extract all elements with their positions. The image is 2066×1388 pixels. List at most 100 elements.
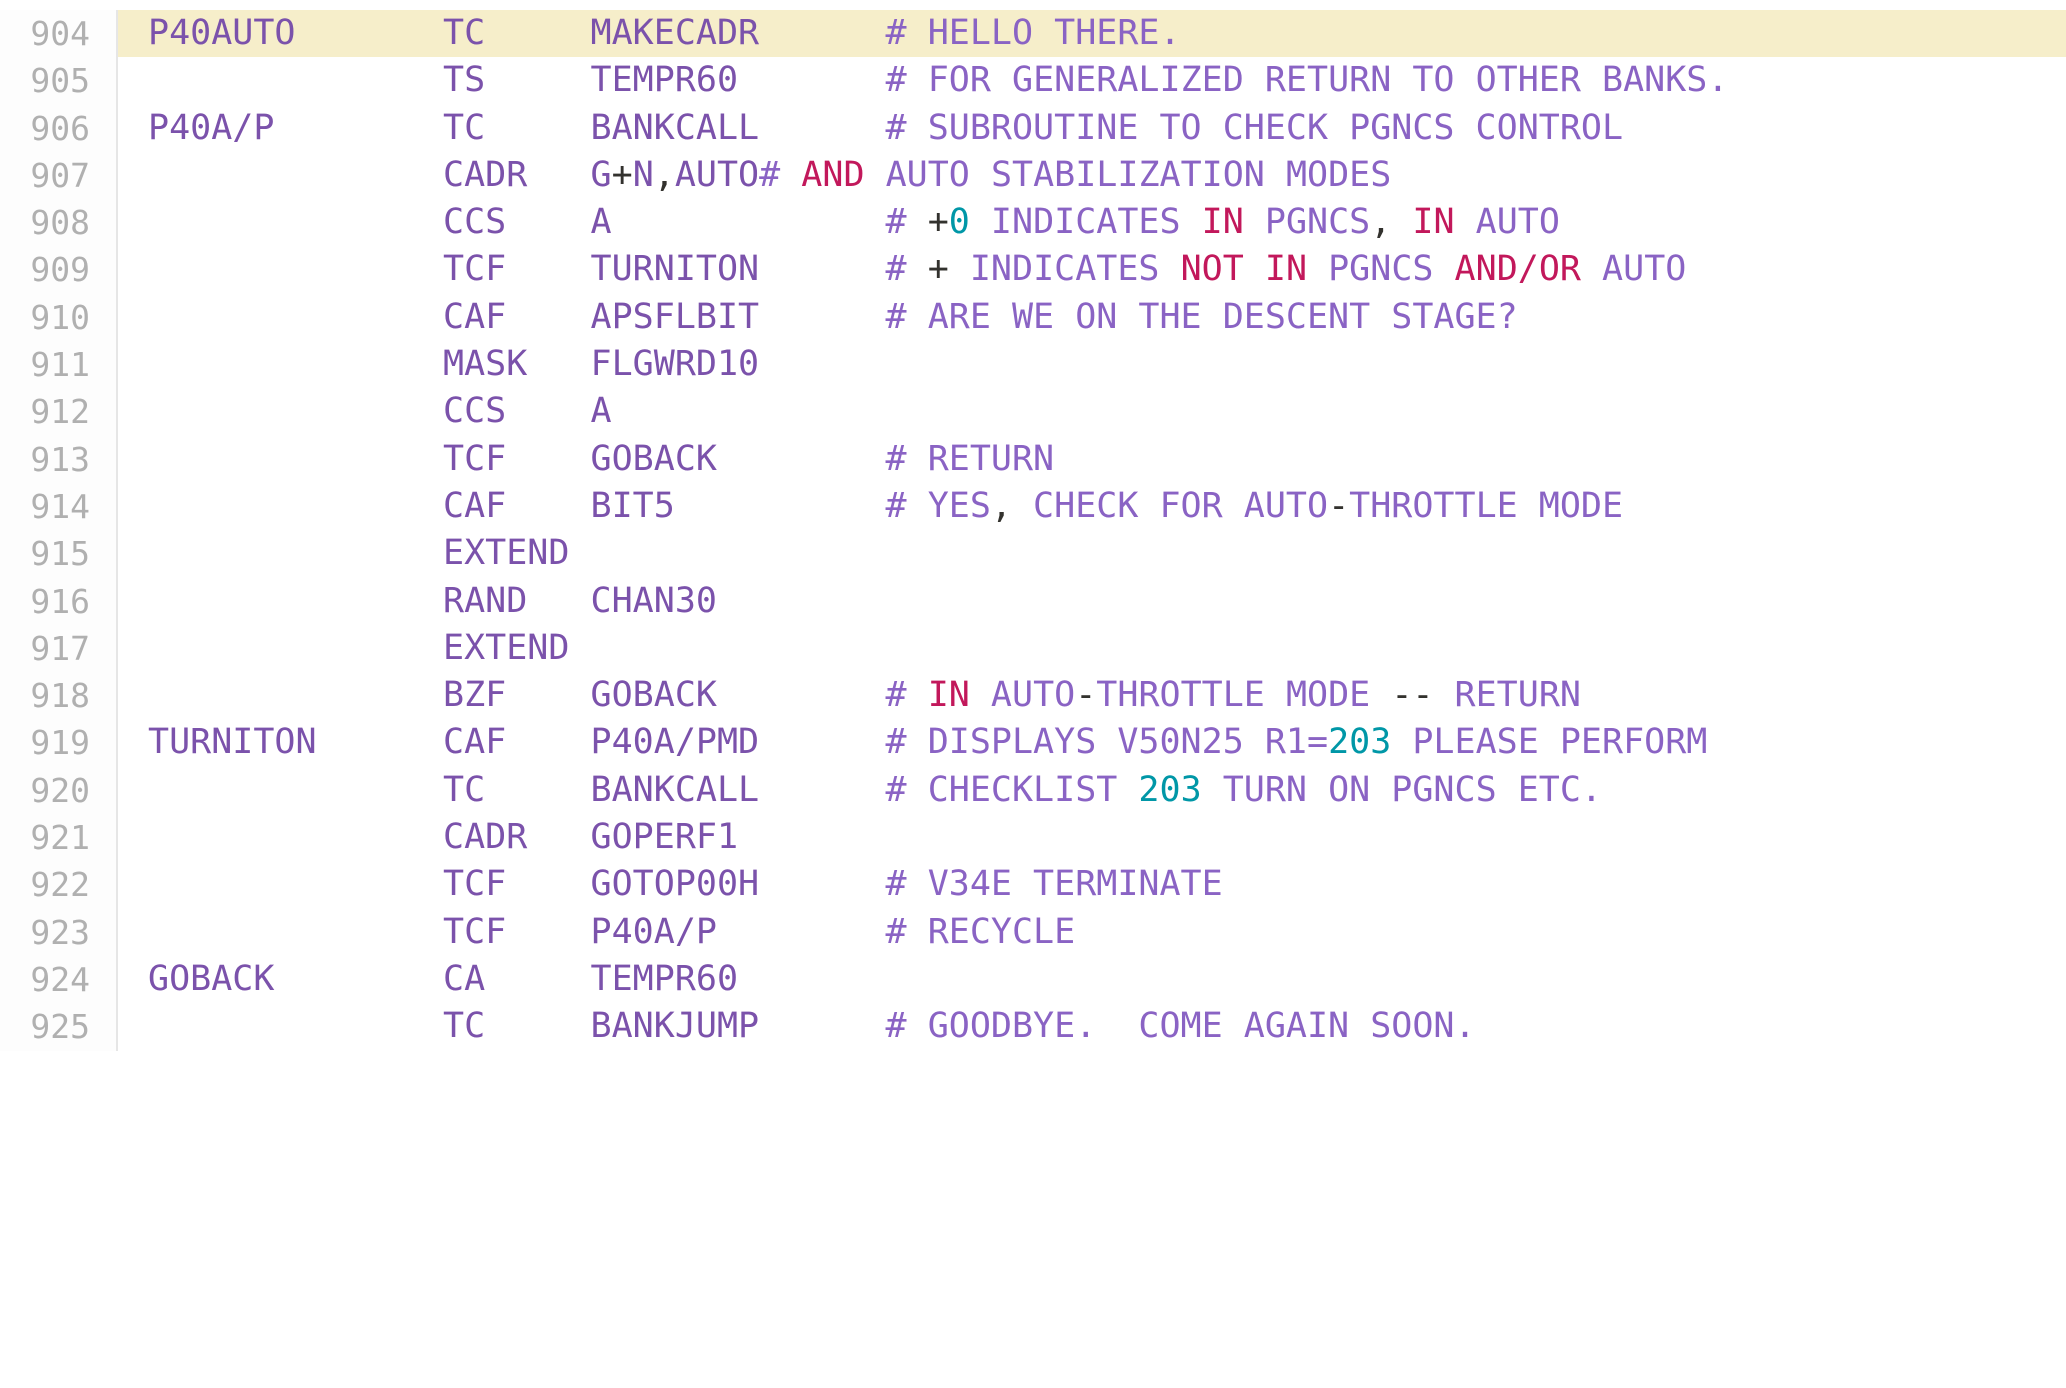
code-line[interactable]: CADR G+N,AUTO# AND AUTO STABILIZATION MO… — [118, 152, 2066, 199]
code-row[interactable]: 916 RAND CHAN30 — [0, 577, 2066, 625]
code-row[interactable]: 909 TCF TURNITON # + INDICATES NOT IN PG… — [0, 246, 2066, 294]
line-number[interactable]: 925 — [0, 1003, 118, 1051]
asm-opcode: CCS — [443, 202, 591, 243]
code-row[interactable]: 914 CAF BIT5 # YES, CHECK FOR AUTO-THROT… — [0, 482, 2066, 531]
code-line[interactable]: TURNITON CAF P40A/PMD # DISPLAYS V50N25 … — [118, 719, 2066, 766]
line-number[interactable]: 922 — [0, 861, 118, 909]
code-row[interactable]: 906 P40A/P TC BANKCALL # SUBROUTINE TO CH… — [0, 104, 2066, 152]
comment-part: AUTO — [1454, 202, 1560, 243]
line-number[interactable]: 918 — [0, 672, 118, 720]
line-number[interactable]: 919 — [0, 719, 118, 767]
asm-opcode: TC — [443, 1006, 591, 1047]
comment-part: # — [885, 675, 928, 716]
code-row[interactable]: 918 BZF GOBACK # IN AUTO-THROTTLE MODE -… — [0, 672, 2066, 720]
asm-label: P40A/P — [148, 107, 444, 148]
asm-label — [148, 864, 443, 904]
code-line[interactable]: P40A/P TC BANKCALL # SUBROUTINE TO CHECK… — [118, 105, 2066, 152]
column-gap — [675, 486, 886, 526]
code-line[interactable]: EXTEND — [118, 530, 2066, 577]
code-row[interactable]: 917 EXTEND — [0, 624, 2066, 673]
asm-operand: G+N,AUTO — [591, 155, 760, 195]
code-line[interactable]: GOBACK CA TEMPR60 — [118, 956, 2066, 1003]
asm-opcode: TCF — [443, 864, 591, 905]
line-number[interactable]: 912 — [0, 388, 118, 436]
line-number[interactable]: 904 — [0, 10, 118, 58]
line-number[interactable]: 915 — [0, 530, 118, 578]
code-row[interactable]: 907 CADR G+N,AUTO# AND AUTO STABILIZATIO… — [0, 151, 2066, 200]
asm-operand: BIT5 — [590, 485, 675, 526]
asm-comment: # DISPLAYS V50N25 R1=203 PLEASE PERFORM — [886, 722, 1708, 762]
code-line[interactable]: TCF GOBACK # RETURN — [118, 436, 2066, 483]
code-row[interactable]: 905 TS TEMPR60 # FOR GENERALIZED RETURN … — [0, 57, 2066, 105]
comment-part: IN — [927, 675, 970, 716]
line-number[interactable]: 920 — [0, 766, 118, 815]
asm-opcode: TC — [443, 769, 591, 810]
code-line[interactable]: CADR GOPERF1 — [118, 814, 2066, 861]
code-line[interactable]: TC BANKCALL # CHECKLIST 203 TURN ON PGNC… — [118, 767, 2066, 814]
asm-operand: GOBACK — [590, 675, 717, 716]
code-row[interactable]: 925 TC BANKJUMP # GOODBYE. COME AGAIN SO… — [0, 1003, 2066, 1051]
line-number[interactable]: 909 — [0, 246, 118, 294]
code-line[interactable]: CAF BIT5 # YES, CHECK FOR AUTO-THROTTLE … — [118, 483, 2066, 530]
line-number[interactable]: 905 — [0, 57, 118, 105]
comment-part: # — [885, 202, 928, 243]
code-line[interactable]: TCF TURNITON # + INDICATES NOT IN PGNCS … — [118, 246, 2066, 293]
asm-label: TURNITON — [148, 722, 444, 763]
code-row[interactable]: 908 CCS A # +0 INDICATES IN PGNCS, IN AU… — [0, 199, 2066, 247]
asm-comment: # ARE WE ON THE DESCENT STAGE? — [886, 297, 1518, 337]
line-number[interactable]: 907 — [0, 151, 118, 200]
line-number[interactable]: 906 — [0, 104, 118, 152]
code-line[interactable]: TC BANKJUMP # GOODBYE. COME AGAIN SOON. — [118, 1003, 2066, 1050]
code-line[interactable]: CCS A # +0 INDICATES IN PGNCS, IN AUTO — [118, 199, 2066, 246]
asm-comment: # YES, CHECK FOR AUTO-THROTTLE MODE — [886, 486, 1624, 526]
comment-part: = — [1306, 722, 1329, 763]
code-line[interactable]: P40AUTO TC MAKECADR # HELLO THERE. — [118, 10, 2066, 57]
asm-opcode: CA — [443, 958, 591, 999]
code-row[interactable]: 920 TC BANKCALL # CHECKLIST 203 TURN ON … — [0, 766, 2066, 815]
line-number[interactable]: 910 — [0, 293, 118, 342]
code-line[interactable]: RAND CHAN30 — [118, 578, 2066, 625]
line-number[interactable]: 913 — [0, 435, 118, 483]
asm-label — [148, 439, 443, 479]
comment-part: # HELLO THERE. — [885, 13, 1181, 53]
line-number[interactable]: 923 — [0, 908, 118, 956]
comment-part: RETURN — [1433, 675, 1581, 716]
code-row[interactable]: 904 P40AUTO TC MAKECADR # HELLO THERE. — [0, 10, 2066, 58]
code-listing[interactable]: 904 P40AUTO TC MAKECADR # HELLO THERE. 905… — [0, 0, 2066, 1388]
comment-part: # SUBROUTINE TO CHECK PGNCS CONTROL — [885, 107, 1624, 148]
code-row[interactable]: 910 CAF APSFLBIT # ARE WE ON THE DESCENT… — [0, 293, 2066, 342]
asm-comment: # IN AUTO-THROTTLE MODE -- RETURN — [886, 675, 1581, 715]
code-row[interactable]: 912 CCS A — [0, 388, 2066, 436]
code-row[interactable]: 913 TCF GOBACK # RETURN — [0, 435, 2066, 483]
line-number[interactable]: 914 — [0, 482, 118, 531]
code-line[interactable]: TS TEMPR60 # FOR GENERALIZED RETURN TO O… — [118, 57, 2066, 104]
asm-comment: # +0 INDICATES IN PGNCS, IN AUTO — [886, 202, 1560, 242]
line-number[interactable]: 921 — [0, 814, 118, 862]
line-number[interactable]: 911 — [0, 341, 118, 389]
code-row[interactable]: 919 TURNITON CAF P40A/PMD # DISPLAYS V50N… — [0, 719, 2066, 767]
code-line[interactable]: TCF GOTOP00H # V34E TERMINATE — [118, 861, 2066, 908]
code-line[interactable]: BZF GOBACK # IN AUTO-THROTTLE MODE -- RE… — [118, 672, 2066, 719]
line-number[interactable]: 908 — [0, 199, 118, 247]
line-number[interactable]: 917 — [0, 624, 118, 673]
line-number[interactable]: 924 — [0, 955, 118, 1004]
code-row[interactable]: 915 EXTEND — [0, 530, 2066, 578]
line-number[interactable]: 916 — [0, 577, 118, 625]
comment-part: PGNCS — [1307, 249, 1455, 290]
code-row[interactable]: 911 MASK FLGWRD10 — [0, 341, 2066, 389]
code-row[interactable]: 924 GOBACK CA TEMPR60 — [0, 955, 2066, 1004]
comment-part: AND — [801, 154, 865, 195]
code-line[interactable]: CAF APSFLBIT # ARE WE ON THE DESCENT STA… — [118, 294, 2066, 341]
asm-opcode: CCS — [443, 391, 591, 432]
code-line[interactable]: TCF P40A/P # RECYCLE — [118, 909, 2066, 956]
code-line[interactable]: CCS A — [118, 388, 2066, 435]
asm-label — [148, 1006, 443, 1046]
code-row[interactable]: 921 CADR GOPERF1 — [0, 814, 2066, 862]
comment-part: - — [1075, 675, 1097, 716]
asm-comment: # FOR GENERALIZED RETURN TO OTHER BANKS. — [886, 60, 1729, 100]
code-line[interactable]: EXTEND — [118, 625, 2066, 672]
code-row[interactable]: 922 TCF GOTOP00H # V34E TERMINATE — [0, 861, 2066, 909]
asm-opcode: RAND — [443, 580, 591, 621]
code-row[interactable]: 923 TCF P40A/P # RECYCLE — [0, 908, 2066, 956]
code-line[interactable]: MASK FLGWRD10 — [118, 341, 2066, 388]
